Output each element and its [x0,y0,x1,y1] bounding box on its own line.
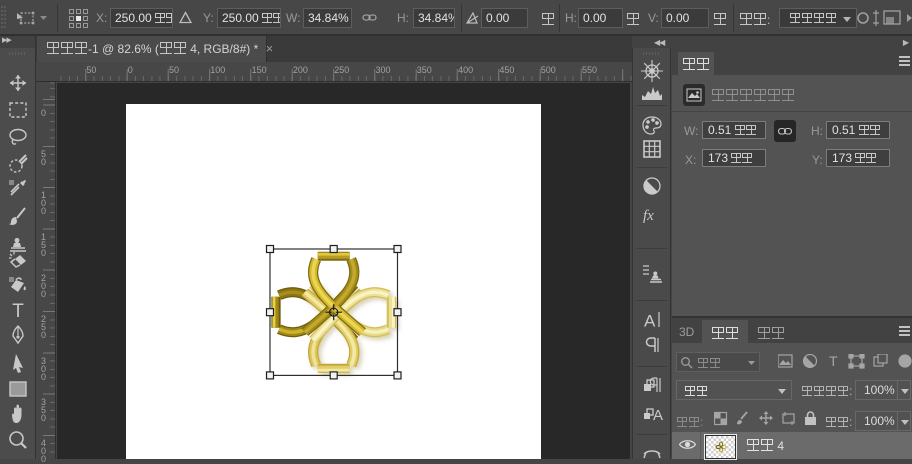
svg-text:T: T [829,354,838,369]
svg-text:fx: fx [643,208,654,224]
svg-text:A: A [644,312,656,331]
svg-text:T: T [12,301,24,322]
svg-text:A: A [653,407,663,424]
